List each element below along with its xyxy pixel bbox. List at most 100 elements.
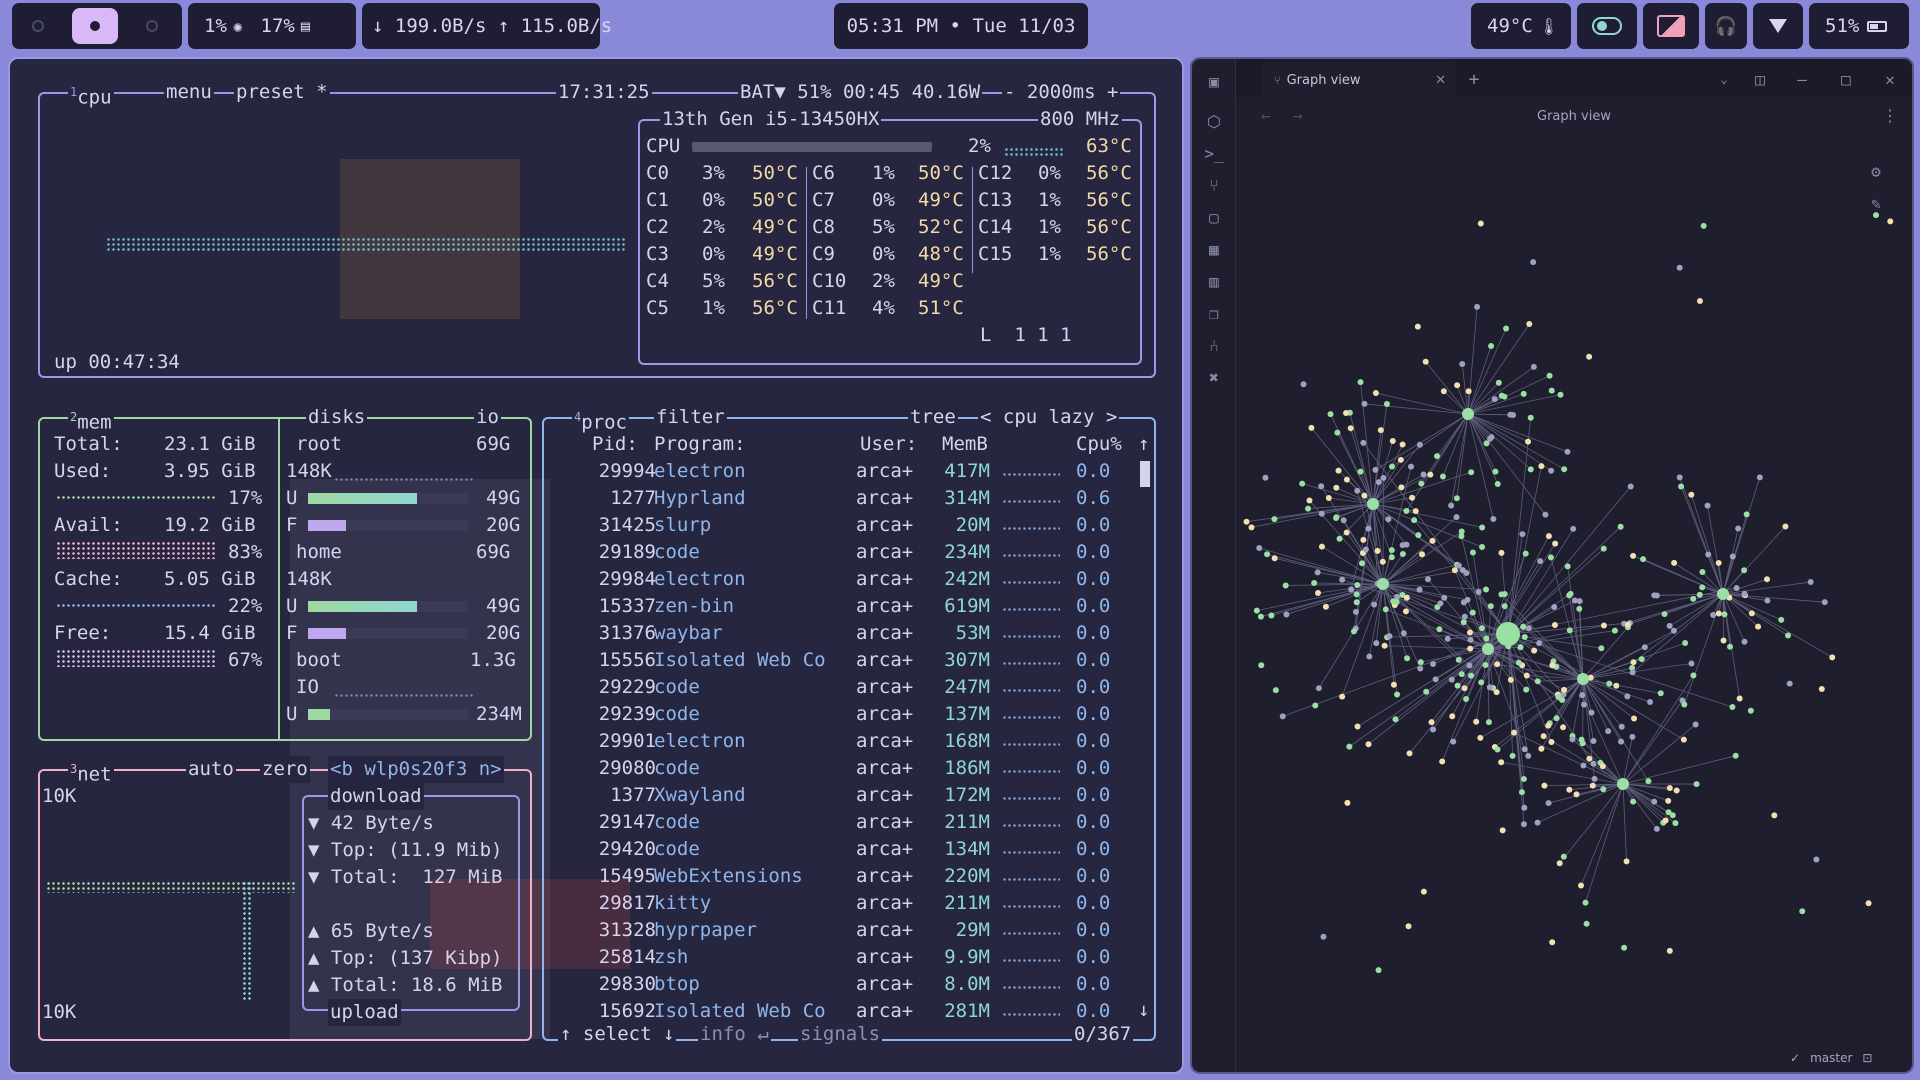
graph-node[interactable] (1418, 480, 1425, 487)
graph-node[interactable] (1483, 586, 1490, 593)
graph-node[interactable] (1417, 659, 1424, 666)
graph-node[interactable] (1600, 622, 1607, 629)
graph-node[interactable] (1741, 638, 1748, 645)
header-cpu[interactable]: Cpu% (1076, 431, 1122, 458)
graph-node[interactable] (1741, 590, 1748, 597)
graph-node[interactable] (1271, 516, 1278, 523)
graph-node[interactable] (1315, 590, 1322, 597)
graph-node[interactable] (1669, 812, 1676, 819)
graph-node[interactable] (1580, 762, 1587, 769)
graph-node[interactable] (1525, 438, 1532, 445)
file-icon[interactable]: ▢ (1202, 205, 1226, 229)
graph-node[interactable] (1372, 466, 1379, 473)
graph-node[interactable] (1327, 411, 1334, 418)
graph-node[interactable] (1629, 733, 1636, 740)
graph-node[interactable] (1402, 608, 1409, 615)
graph-node[interactable] (1715, 610, 1722, 617)
graph-node[interactable] (1729, 553, 1736, 560)
graph-node[interactable] (1705, 551, 1712, 558)
graph-node[interactable] (1813, 856, 1820, 863)
graph-node[interactable] (1419, 551, 1426, 558)
graph-node[interactable] (1515, 659, 1522, 666)
graph-node[interactable] (1479, 544, 1486, 551)
graph-node[interactable] (1670, 627, 1677, 634)
graph-node[interactable] (1375, 967, 1382, 974)
graph-node[interactable] (1423, 688, 1430, 695)
graph-node[interactable] (1478, 679, 1485, 686)
graph-node[interactable] (1264, 551, 1271, 558)
graph-node[interactable] (1690, 672, 1697, 679)
graph-node[interactable] (1536, 640, 1543, 647)
graph-node[interactable] (1339, 693, 1346, 700)
graph-node[interactable] (1690, 595, 1697, 602)
graph-node[interactable] (1463, 696, 1470, 703)
graph-node[interactable] (1253, 607, 1260, 614)
graph-node[interactable] (1522, 550, 1529, 557)
graph-node[interactable] (1272, 687, 1279, 694)
audio-widget[interactable]: 🎧 (1705, 3, 1747, 49)
graph-node[interactable] (1393, 599, 1400, 606)
graph-node[interactable] (1429, 537, 1436, 544)
graph-node[interactable] (1357, 379, 1364, 386)
graph-node[interactable] (1347, 425, 1354, 432)
new-tab-icon[interactable]: + (1462, 67, 1486, 91)
graph-node[interactable] (1362, 546, 1369, 553)
graph-node[interactable] (1661, 611, 1668, 618)
git-branch[interactable]: master (1810, 1051, 1852, 1065)
graph-node[interactable] (1408, 463, 1415, 470)
graph-node[interactable] (1600, 786, 1607, 793)
graph-node[interactable] (1437, 600, 1444, 607)
graph-node[interactable] (1829, 654, 1836, 661)
graph-node[interactable] (1526, 320, 1533, 327)
graph-node[interactable] (1782, 523, 1789, 530)
minimize-icon[interactable]: – (1790, 67, 1814, 91)
graph-node[interactable] (1335, 467, 1342, 474)
graph-node[interactable] (1564, 563, 1571, 570)
graph-node[interactable] (1640, 556, 1647, 563)
graph-node[interactable] (1531, 647, 1538, 654)
graph-node[interactable] (1416, 441, 1423, 448)
graph-node[interactable] (1581, 701, 1588, 708)
graph-node[interactable] (1733, 584, 1740, 591)
graph-node[interactable] (1430, 726, 1437, 733)
graph-node[interactable] (1453, 495, 1460, 502)
proc-info-hint[interactable]: info ↵ (698, 1021, 771, 1048)
graph-node[interactable] (1521, 634, 1528, 641)
graph-node[interactable] (1461, 685, 1468, 692)
graph-node[interactable] (1549, 939, 1556, 946)
graph-node[interactable] (1887, 218, 1894, 225)
graph-node[interactable] (1460, 599, 1467, 606)
graph-node[interactable] (1444, 635, 1451, 642)
calendar-icon[interactable]: ▥ (1202, 269, 1226, 293)
graph-node[interactable] (1699, 584, 1706, 591)
graph-node[interactable] (1865, 900, 1872, 907)
graph-node[interactable] (1509, 752, 1516, 759)
net-interface-selector[interactable]: <b wlp0s20f3 n> (328, 756, 504, 783)
graph-node[interactable] (1354, 723, 1361, 730)
graph-node[interactable] (1282, 582, 1289, 589)
graph-node[interactable] (1400, 630, 1407, 637)
graph-node[interactable] (1755, 623, 1762, 630)
graph-node[interactable] (1778, 616, 1785, 623)
graph-node[interactable] (1392, 716, 1399, 723)
graph-node[interactable] (1534, 678, 1541, 685)
graph-node[interactable] (1357, 468, 1364, 475)
graph-node[interactable] (1371, 601, 1378, 608)
graph-node[interactable] (1786, 680, 1793, 687)
graph-node[interactable] (1818, 686, 1825, 693)
graph-node[interactable] (1518, 789, 1525, 796)
graph-node[interactable] (1314, 569, 1321, 576)
graph-node[interactable] (1485, 719, 1492, 726)
graph-node[interactable] (1428, 719, 1435, 726)
graph-node[interactable] (1547, 554, 1554, 561)
graph-node[interactable] (1455, 656, 1462, 663)
graph-node[interactable] (1382, 606, 1389, 613)
graph-node[interactable] (1343, 476, 1350, 483)
graph-node[interactable] (1676, 264, 1683, 271)
graph-node[interactable] (1478, 625, 1485, 632)
graph-node[interactable] (1645, 778, 1652, 785)
graph-node[interactable] (1403, 507, 1410, 514)
graph-node[interactable] (1545, 533, 1552, 540)
graph-node[interactable] (1623, 858, 1630, 865)
graph-node[interactable] (1430, 661, 1437, 668)
